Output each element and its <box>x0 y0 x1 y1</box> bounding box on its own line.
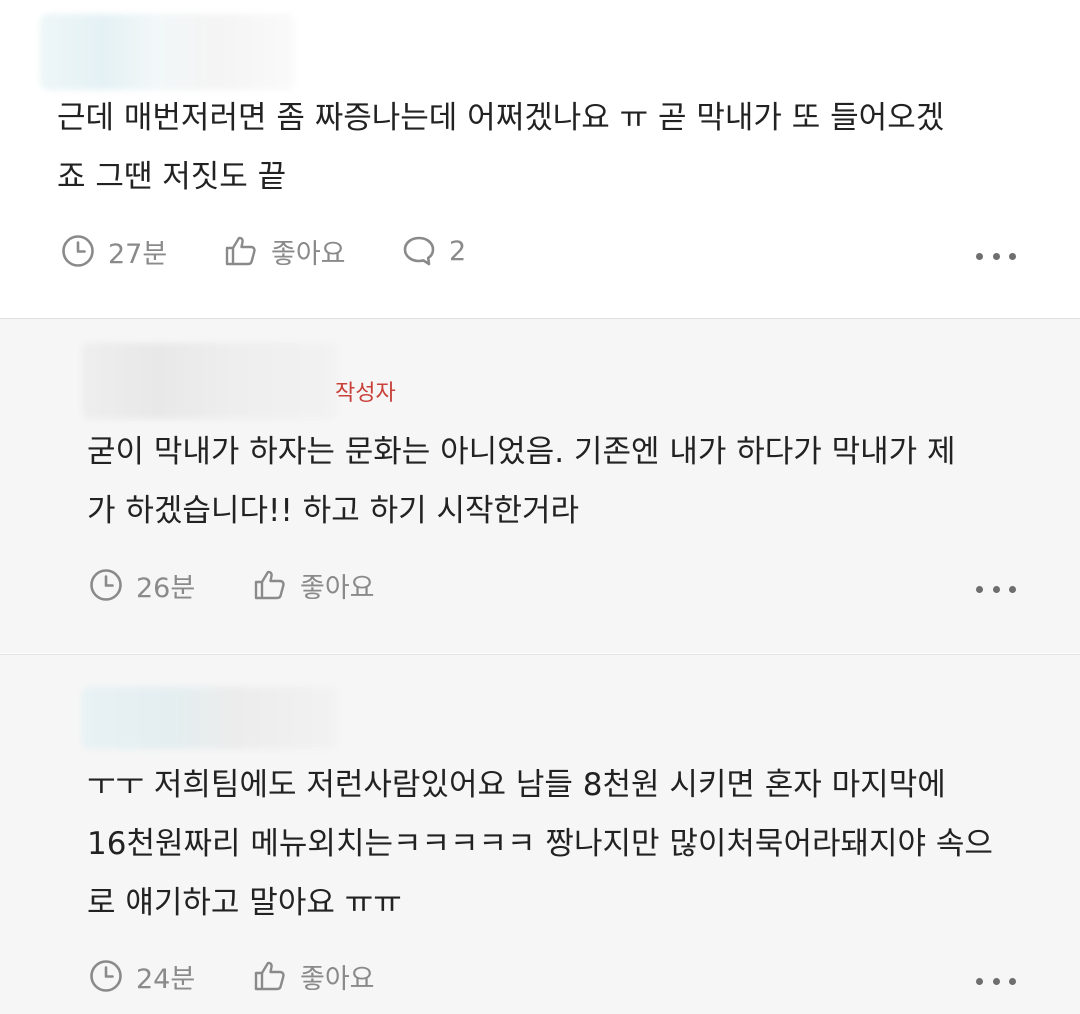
clock-icon <box>88 567 124 603</box>
blurred-author-name <box>82 687 337 749</box>
reply-item: ㅜㅜ 저희팀에도 저런사람있어요 남들 8천원 시키면 혼자 마지막에 16천원… <box>0 655 1080 1014</box>
like-button[interactable]: 좋아요 <box>223 231 346 271</box>
comment-text-line: 죠 그땐 저짓도 끝 <box>57 159 287 195</box>
comment-time: 24분 <box>88 956 195 996</box>
comment-text: 굳이 막내가 하자는 문화는 아니었음. 기존엔 내가 하다가 막내가 제 가 … <box>87 423 956 541</box>
time-label: 24분 <box>136 963 196 995</box>
thumbs-up-icon <box>252 567 288 603</box>
clock-icon <box>88 958 124 994</box>
time-label: 27분 <box>108 238 168 270</box>
comment-time: 27분 <box>60 231 167 271</box>
comment-time: 26분 <box>88 565 195 605</box>
comment-item: 근데 매번저러면 좀 짜증나는데 어쩌겠나요 ㅠ 곧 막내가 또 들어오겠 죠 … <box>0 0 1080 318</box>
reply-button[interactable]: 2 <box>401 231 466 271</box>
time-label: 26분 <box>136 572 196 604</box>
like-button[interactable]: 좋아요 <box>252 565 375 605</box>
thumbs-up-icon <box>252 958 288 994</box>
like-label: 좋아요 <box>300 572 375 604</box>
clock-icon <box>60 233 96 269</box>
comment-text: ㅜㅜ 저희팀에도 저런사람있어요 남들 8천원 시키면 혼자 마지막에 16천원… <box>87 756 993 933</box>
more-dots-icon[interactable] <box>976 246 1016 266</box>
more-dots-icon[interactable] <box>976 971 1016 991</box>
comment-text-line: 로 얘기하고 말아요 ㅠㅠ <box>87 885 402 921</box>
thumbs-up-icon <box>223 233 259 269</box>
comment-text-line: 근데 매번저러면 좀 짜증나는데 어쩌겠나요 ㅠ 곧 막내가 또 들어오겠 <box>57 100 945 136</box>
comment-text-line: 가 하겠습니다!! 하고 하기 시작한거라 <box>87 493 580 529</box>
reply-count: 2 <box>449 235 467 267</box>
comment-text: 근데 매번저러면 좀 짜증나는데 어쩌겠나요 ㅠ 곧 막내가 또 들어오겠 죠 … <box>57 89 944 207</box>
like-button[interactable]: 좋아요 <box>252 956 375 996</box>
like-label: 좋아요 <box>271 238 346 270</box>
comment-text-line: ㅜㅜ 저희팀에도 저런사람있어요 남들 8천원 시키면 혼자 마지막에 <box>87 767 946 803</box>
comment-text-line: 16천원짜리 메뉴외치는ㅋㅋㅋㅋㅋ 짱나지만 많이처묵어라돼지야 속으 <box>87 826 993 862</box>
more-dots-icon[interactable] <box>976 579 1016 599</box>
reply-item: 작성자 굳이 막내가 하자는 문화는 아니었음. 기존엔 내가 하다가 막내가 … <box>0 319 1080 653</box>
blurred-author-name <box>82 343 337 419</box>
author-badge: 작성자 <box>335 381 396 406</box>
comment-text-line: 굳이 막내가 하자는 문화는 아니었음. 기존엔 내가 하다가 막내가 제 <box>87 434 956 470</box>
like-label: 좋아요 <box>300 963 375 995</box>
speech-bubble-icon <box>401 233 437 269</box>
blurred-author-name <box>40 14 295 90</box>
